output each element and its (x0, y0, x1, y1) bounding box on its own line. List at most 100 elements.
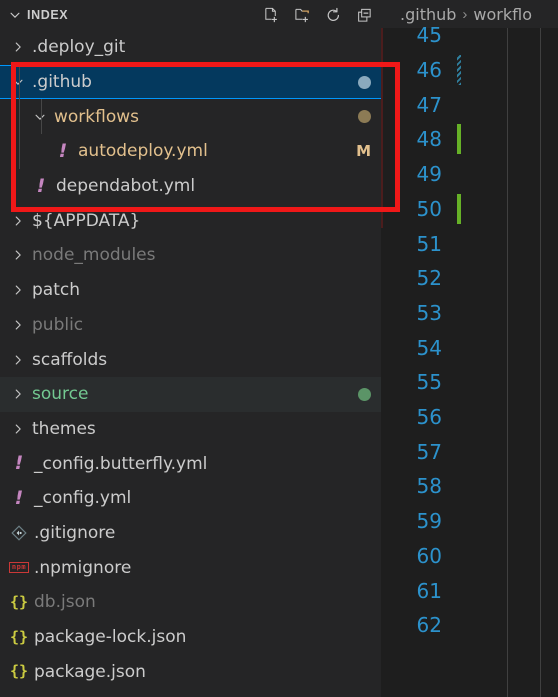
tree-row-gitignore[interactable]: .gitignore (0, 516, 381, 551)
yml-file-icon: ! (14, 486, 24, 509)
chevron-right-icon[interactable] (8, 40, 28, 54)
tree-row-db-json[interactable]: {} db.json (0, 585, 381, 620)
editor-line-row: 56 (381, 400, 558, 435)
editor-line-row: 57 (381, 434, 558, 469)
tree-item-label: .github (32, 72, 92, 93)
chevron-down-icon[interactable] (30, 110, 50, 124)
line-number[interactable]: 46 (381, 58, 447, 82)
tree-row-workflows[interactable]: workflows (0, 99, 381, 134)
tree-row-deploy-git[interactable]: .deploy_git (0, 30, 381, 65)
line-number[interactable]: 48 (381, 127, 447, 151)
editor-line-row: 46 (381, 53, 558, 88)
tree-row-node-modules[interactable]: node_modules (0, 238, 381, 273)
chevron-right-icon[interactable] (8, 422, 28, 436)
line-number[interactable]: 51 (381, 232, 447, 256)
editor-line-row: 55 (381, 365, 558, 400)
json-file-icon: {} (9, 627, 29, 646)
tree-item-label: db.json (34, 592, 96, 613)
tree-row-source[interactable]: source (0, 376, 381, 412)
editor-line-row: 51 (381, 226, 558, 261)
yml-file-icon: ! (14, 452, 24, 475)
tree-item-label: ${APPDATA} (32, 210, 141, 231)
yml-file-icon: ! (58, 139, 68, 162)
tree-item-label: _config.yml (34, 488, 132, 509)
tree-item-label: .gitignore (34, 522, 116, 543)
vscode-window: INDEX .deploy_git .github workflows ! au… (0, 0, 558, 697)
tree-row-patch[interactable]: patch (0, 273, 381, 308)
diff-gutter-added-marker[interactable] (457, 193, 461, 224)
line-number[interactable]: 55 (381, 370, 447, 394)
line-number[interactable]: 53 (381, 301, 447, 325)
git-status-badge: M (356, 142, 371, 161)
tree-row-public[interactable]: public (0, 308, 381, 343)
new-folder-icon[interactable] (293, 6, 311, 24)
tree-item-label: dependabot.yml (56, 176, 196, 197)
editor-line-row: 60 (381, 539, 558, 574)
collapse-all-icon[interactable] (355, 6, 373, 24)
git-status-dot (358, 110, 371, 124)
tree-row-appdata[interactable]: ${APPDATA} (0, 203, 381, 238)
line-number[interactable]: 57 (381, 440, 447, 464)
tree-row-npmignore[interactable]: npm .npmignore (0, 550, 381, 585)
indent-guide (41, 99, 42, 135)
line-number[interactable]: 54 (381, 336, 447, 360)
line-number[interactable]: 58 (381, 474, 447, 498)
editor-line-row: 62 (381, 608, 558, 643)
json-file-icon: {} (9, 662, 29, 681)
chevron-down-icon[interactable] (6, 6, 24, 24)
editor-line-row: 58 (381, 469, 558, 504)
tree-item-label: .deploy_git (32, 37, 126, 58)
chevron-right-icon[interactable] (8, 318, 28, 332)
chevron-right-icon[interactable] (8, 353, 28, 367)
json-file-icon: {} (9, 592, 29, 611)
line-number[interactable]: 62 (381, 613, 447, 637)
diff-gutter-added-marker[interactable] (457, 124, 461, 155)
git-file-icon (8, 525, 30, 541)
line-number[interactable]: 47 (381, 93, 447, 117)
tree-row-package-lock-json[interactable]: {} package-lock.json (0, 620, 381, 655)
indent-guide (19, 64, 20, 169)
tree-item-label: package.json (34, 661, 146, 682)
tree-row-scaffolds[interactable]: scaffolds (0, 342, 381, 377)
tree-item-label: workflows (54, 106, 140, 127)
tree-row-github[interactable]: .github (0, 64, 381, 100)
tree-item-label: patch (32, 280, 80, 301)
editor-line-row: 47 (381, 87, 558, 122)
chevron-right-icon[interactable] (8, 387, 28, 401)
chevron-right-icon[interactable] (8, 248, 28, 262)
new-file-icon[interactable] (262, 6, 280, 24)
tree-item-label: .npmignore (34, 557, 132, 578)
editor-line-row: 61 (381, 573, 558, 608)
explorer-sidebar: INDEX .deploy_git .github workflows ! au… (0, 0, 381, 697)
chevron-right-icon[interactable] (8, 214, 28, 228)
editor-pane: .github › workflo 45 46 47 48 49 50 51 52 53 54 55… (381, 0, 558, 697)
line-number[interactable]: 60 (381, 544, 447, 568)
editor-line-row: 53 (381, 296, 558, 331)
diff-gutter-modified-marker[interactable] (457, 54, 461, 85)
line-number[interactable]: 49 (381, 162, 447, 186)
editor-line-row: 50 (381, 192, 558, 227)
tree-item-label: scaffolds (32, 349, 108, 370)
tree-row-autodeploy-yml[interactable]: ! autodeploy.yml M (0, 134, 381, 169)
chevron-right-icon[interactable] (8, 283, 28, 297)
chevron-down-icon[interactable] (8, 75, 28, 89)
file-tree: .deploy_git .github workflows! autodeploy.y… (0, 30, 381, 689)
line-number[interactable]: 52 (381, 266, 447, 290)
tree-item-label: public (32, 314, 84, 335)
refresh-icon[interactable] (324, 6, 342, 24)
tree-row-config-yml[interactable]: ! _config.yml (0, 481, 381, 516)
tree-row-dependabot-yml[interactable]: ! dependabot.yml (0, 169, 381, 204)
tree-row-themes[interactable]: themes (0, 412, 381, 447)
tree-item-label: autodeploy.yml (78, 141, 208, 162)
tree-row-package-json[interactable]: {} package.json (0, 654, 381, 689)
line-number[interactable]: 50 (381, 197, 447, 221)
git-status-dot (358, 75, 371, 89)
tree-item-label: _config.butterfly.yml (34, 453, 208, 474)
line-number[interactable]: 56 (381, 405, 447, 429)
line-number[interactable]: 61 (381, 579, 447, 603)
tree-item-label: source (32, 384, 89, 405)
tree-item-label: node_modules (32, 245, 156, 266)
line-number[interactable]: 59 (381, 509, 447, 533)
line-number[interactable]: 45 (381, 23, 447, 47)
tree-row-config-butterfly-yml[interactable]: ! _config.butterfly.yml (0, 446, 381, 481)
